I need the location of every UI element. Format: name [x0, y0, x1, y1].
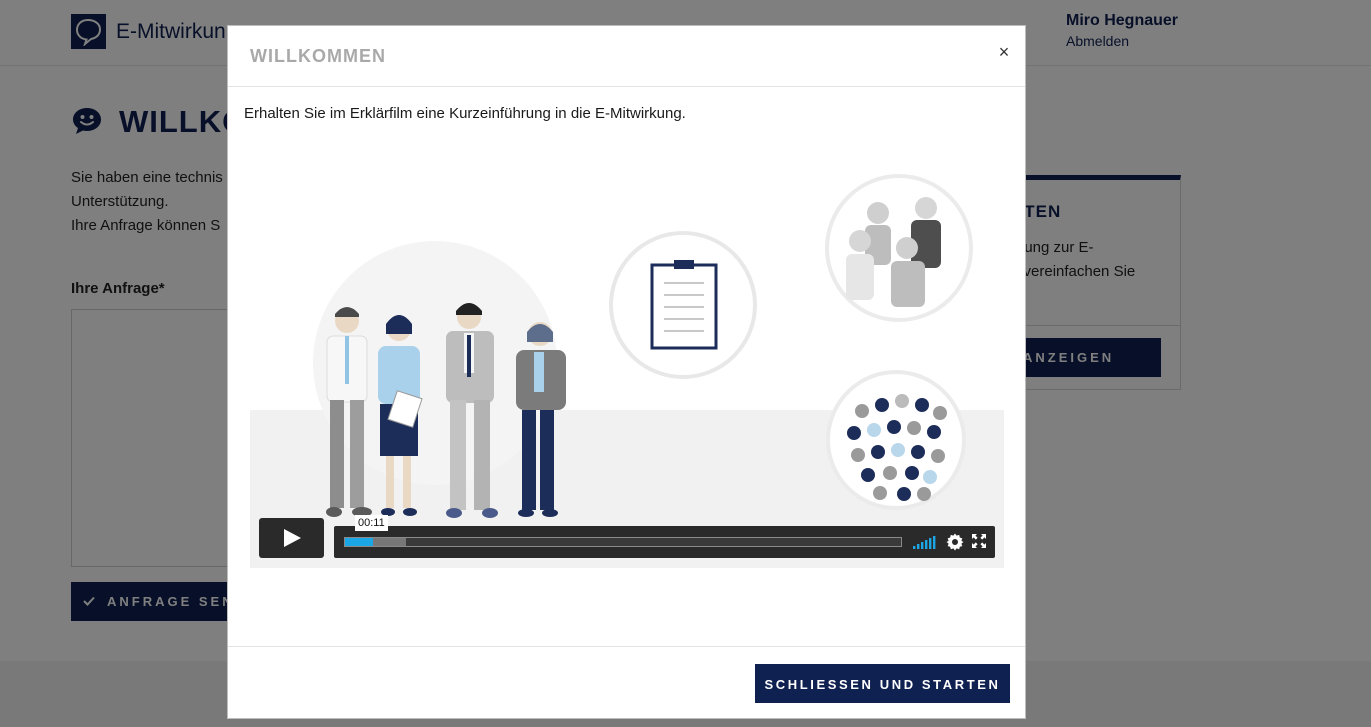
modal-description: Erhalten Sie im Erklärfilm eine Kurzeinf… — [244, 105, 686, 122]
time-tooltip: 00:11 — [355, 515, 388, 531]
explainer-video[interactable]: 00:11 — [250, 168, 1004, 568]
fullscreen-icon[interactable] — [972, 534, 986, 548]
welcome-modal: WILLKOMMEN × Erhalten Sie im Erklärfilm … — [227, 25, 1026, 719]
play-button[interactable] — [259, 518, 324, 558]
close-icon[interactable]: × — [994, 42, 1014, 62]
progress-bar[interactable] — [344, 537, 902, 547]
settings-gear-icon[interactable] — [946, 533, 964, 551]
modal-header: WILLKOMMEN × — [228, 26, 1025, 87]
close-and-start-button[interactable]: SCHLIESSEN UND STARTEN — [755, 664, 1010, 703]
video-thumbnail-illustration — [250, 174, 1004, 568]
modal-title: WILLKOMMEN — [250, 46, 386, 66]
volume-icon[interactable] — [913, 535, 937, 549]
video-control-bar: 00:11 — [334, 515, 995, 558]
played-progress — [345, 538, 373, 546]
modal-footer-divider — [228, 646, 1025, 647]
